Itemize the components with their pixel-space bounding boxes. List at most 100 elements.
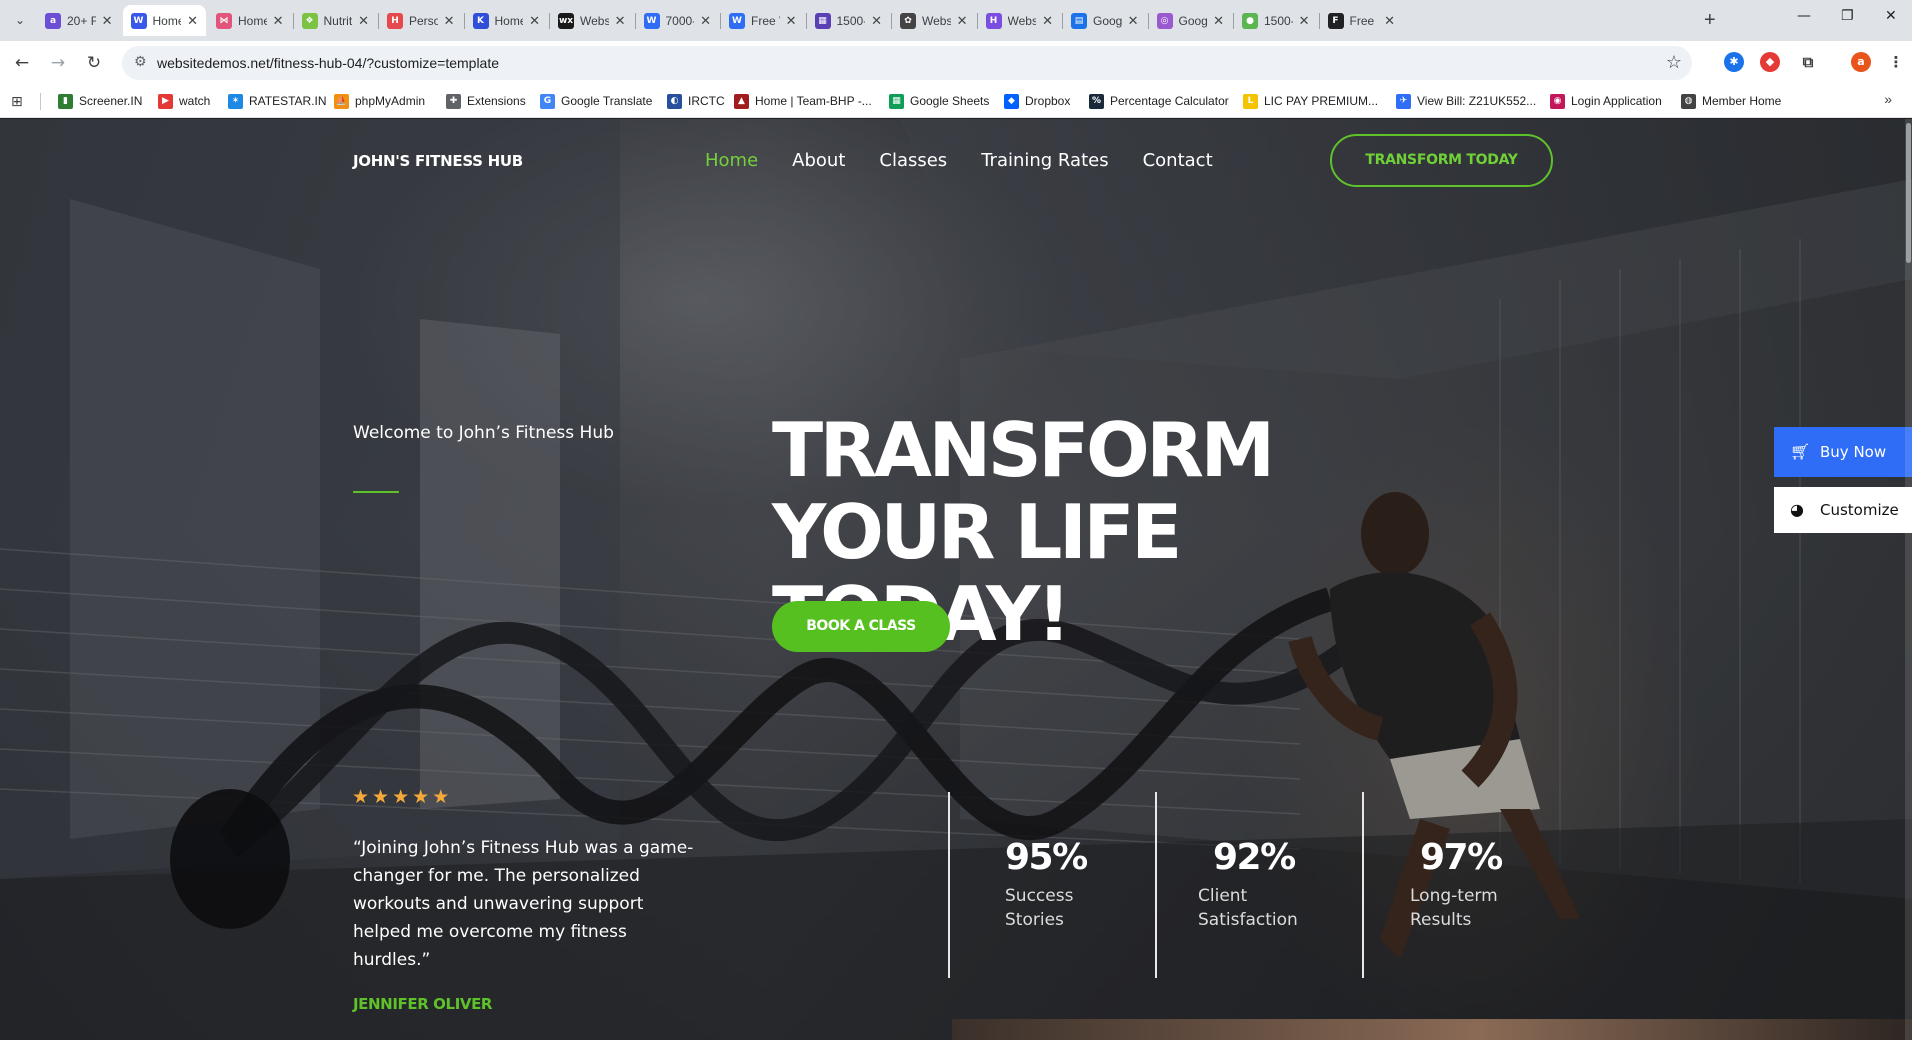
extension-icon[interactable]: ✱: [1724, 52, 1744, 72]
close-tab-icon[interactable]: ✕: [358, 13, 369, 29]
browser-tab[interactable]: ❖ Nutrit ✕: [294, 5, 378, 36]
browser-tab[interactable]: wx Websi ✕: [550, 5, 634, 36]
tab-separator: [805, 13, 807, 29]
customize-label: Customize: [1820, 501, 1899, 519]
close-tab-icon[interactable]: ✕: [102, 13, 113, 29]
tab-separator: [1318, 13, 1320, 29]
bookmark-item[interactable]: G Google Translate: [540, 91, 652, 111]
tab-separator: [720, 13, 721, 29]
browser-tab[interactable]: K Home ✕: [465, 5, 549, 36]
browser-tab[interactable]: W 7000- ✕: [636, 5, 720, 36]
browser-tab[interactable]: a 20+ Fi ✕: [37, 5, 121, 36]
site-logo[interactable]: JOHN'S FITNESS HUB: [353, 152, 523, 170]
close-window-icon[interactable]: ✕: [1885, 8, 1897, 24]
bookmark-item[interactable]: ▲ Home | Team-BHP -...: [734, 91, 872, 111]
address-bar[interactable]: ⚙ websitedemos.net/fitness-hub-04/?custo…: [122, 46, 1692, 80]
close-tab-icon[interactable]: ✕: [1384, 13, 1395, 29]
bookmark-item[interactable]: ✶ RATESTAR.IN: [228, 91, 327, 111]
close-tab-icon[interactable]: ✕: [187, 13, 198, 29]
browser-tab[interactable]: ● 1500- ✕: [1234, 5, 1318, 36]
apps-grid-icon[interactable]: ⊞: [11, 94, 23, 110]
close-tab-icon[interactable]: ✕: [700, 13, 711, 29]
tab-title: Free C: [1349, 13, 1379, 28]
page-scrollbar[interactable]: [1905, 119, 1912, 1040]
browser-tab[interactable]: W Home ✕: [122, 5, 206, 36]
bookmark-favicon-icon: ◍: [1681, 93, 1696, 109]
tab-title: 1500-: [1264, 13, 1293, 28]
tab-search-icon[interactable]: ⌄: [9, 9, 31, 31]
buy-now-button[interactable]: 🛒︎ Buy Now: [1774, 427, 1912, 477]
browser-tab[interactable]: ▤ Googl ✕: [1063, 5, 1147, 36]
url-text[interactable]: websitedemos.net/fitness-hub-04/?customi…: [157, 55, 499, 71]
browser-tab[interactable]: W Free V ✕: [721, 5, 805, 36]
reload-icon[interactable]: ↻: [82, 51, 106, 75]
browser-tab[interactable]: H Persor ✕: [379, 5, 463, 36]
close-tab-icon[interactable]: ✕: [957, 13, 968, 29]
close-tab-icon[interactable]: ✕: [786, 13, 797, 29]
nav-training-rates[interactable]: Training Rates: [981, 150, 1108, 171]
bookmark-label: Extensions: [467, 94, 526, 108]
bookmark-item[interactable]: ◆ Dropbox: [1004, 91, 1070, 111]
browser-tab[interactable]: ✿ Websi ✕: [892, 5, 976, 36]
site-settings-icon[interactable]: ⚙: [134, 54, 147, 70]
browser-tab[interactable]: ▦ 1500- ✕: [807, 5, 891, 36]
shield-extension-icon[interactable]: ◆: [1760, 52, 1780, 72]
nav-about[interactable]: About: [792, 150, 845, 171]
bookmark-item[interactable]: ▮ Screener.IN: [58, 91, 142, 111]
star-icon: ★: [352, 786, 370, 808]
more-bookmarks-icon[interactable]: »: [1884, 91, 1892, 107]
close-tab-icon[interactable]: ✕: [529, 13, 540, 29]
close-tab-icon[interactable]: ✕: [444, 13, 455, 29]
nav-classes[interactable]: Classes: [879, 150, 947, 171]
forward-icon[interactable]: →: [46, 51, 70, 75]
browser-tab[interactable]: ⋈ Home ✕: [208, 5, 292, 36]
close-tab-icon[interactable]: ✕: [1042, 13, 1053, 29]
extensions-puzzle-icon[interactable]: ⧉: [1798, 52, 1818, 72]
close-tab-icon[interactable]: ✕: [273, 13, 284, 29]
browser-menu-icon[interactable]: ⋮: [1886, 52, 1906, 72]
nav-home[interactable]: Home: [705, 150, 758, 171]
browser-tab[interactable]: ◎ Googl ✕: [1149, 5, 1233, 36]
browser-tab[interactable]: F Free C ✕: [1320, 5, 1404, 36]
customize-button[interactable]: ◕ Customize: [1774, 487, 1912, 533]
bookmark-item[interactable]: ✚ Extensions: [446, 91, 526, 111]
tab-favicon-icon: W: [643, 12, 660, 29]
bookmark-item[interactable]: ✈ View Bill: Z21UK552...: [1396, 91, 1536, 111]
tab-separator: [1147, 13, 1149, 29]
bookmark-item[interactable]: ◍ Member Home: [1681, 91, 1781, 111]
back-icon[interactable]: ←: [10, 51, 34, 75]
new-tab-button[interactable]: +: [1704, 8, 1716, 32]
tab-separator: [1233, 13, 1234, 29]
transform-today-button[interactable]: TRANSFORM TODAY: [1330, 134, 1553, 187]
book-a-class-button[interactable]: BOOK A CLASS: [772, 601, 950, 652]
bookmark-favicon-icon: ◆: [1004, 93, 1019, 109]
close-tab-icon[interactable]: ✕: [615, 13, 626, 29]
close-tab-icon[interactable]: ✕: [1128, 13, 1139, 29]
bookmark-item[interactable]: ◐ IRCTC: [667, 91, 725, 111]
browser-tab[interactable]: H Websi ✕: [978, 5, 1062, 36]
minimize-icon[interactable]: —: [1797, 8, 1811, 24]
restore-icon[interactable]: ❐: [1841, 8, 1854, 24]
tab-favicon-icon: ◎: [1156, 12, 1173, 29]
bookmarks-bar: ⊞ ▮ Screener.IN ▶ watch ✶ RATESTAR.IN ⛵ phpMyAd…: [0, 84, 1912, 118]
close-tab-icon[interactable]: ✕: [871, 13, 882, 29]
tab-favicon-icon: ●: [1242, 12, 1258, 29]
bookmark-item[interactable]: ⛵ phpMyAdmin: [334, 91, 425, 111]
bookmark-item[interactable]: ▶ watch: [158, 91, 210, 111]
bookmark-item[interactable]: ◉ Login Application: [1550, 91, 1662, 111]
bookmark-item[interactable]: ▦ Google Sheets: [889, 91, 989, 111]
star-icon: ★: [412, 786, 430, 808]
tab-favicon-icon: ❖: [301, 12, 318, 29]
bookmark-item[interactable]: % Percentage Calculator: [1089, 91, 1229, 111]
tab-favicon-icon: W: [130, 12, 147, 29]
nav-contact[interactable]: Contact: [1143, 150, 1213, 171]
rating-stars: ★ ★ ★ ★ ★: [352, 787, 449, 807]
close-tab-icon[interactable]: ✕: [1213, 13, 1224, 29]
bookmark-item[interactable]: L LIC PAY PREMIUM...: [1243, 91, 1378, 111]
close-tab-icon[interactable]: ✕: [1299, 13, 1310, 29]
bookmark-star-icon[interactable]: ☆: [1666, 52, 1682, 73]
scrollbar-thumb[interactable]: [1906, 123, 1911, 263]
bookmark-favicon-icon: ✚: [446, 93, 461, 109]
profile-avatar[interactable]: a: [1851, 52, 1871, 72]
browser-toolbar: ← → ↻ ⚙ websitedemos.net/fitness-hub-04/…: [0, 41, 1912, 84]
